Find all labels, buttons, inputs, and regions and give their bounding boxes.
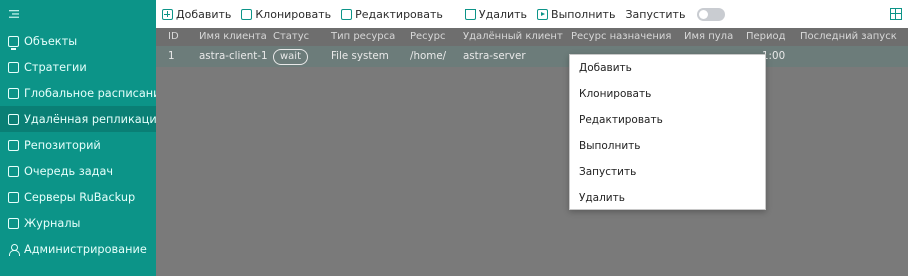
admin-icon [8, 243, 20, 256]
sidebar-item-task-queue[interactable]: Очередь задач [0, 158, 156, 184]
play-icon [537, 8, 549, 20]
sidebar-item-remote-replication[interactable]: Удалённая репликация [0, 106, 164, 132]
column-header-id[interactable]: ID [168, 28, 179, 46]
sidebar-item-global-schedule[interactable]: Глобальное расписание [0, 80, 167, 106]
column-header-status[interactable]: Статус [273, 28, 309, 46]
log-icon [8, 217, 19, 229]
edit-button[interactable]: Редактировать [341, 8, 443, 21]
grid-settings-icon[interactable] [890, 8, 902, 20]
sidebar-item-repository[interactable]: Репозиторий [0, 132, 156, 158]
delete-button[interactable]: Удалить [464, 8, 527, 21]
sidebar-item-label: Глобальное расписание [24, 86, 168, 100]
sidebar-item-objects[interactable]: Объекты [0, 28, 156, 54]
menu-item-execute[interactable]: Выполнить [570, 133, 765, 159]
repository-icon [8, 139, 19, 151]
table-header: ID Имя клиента Статус Тип ресурса Ресурс… [156, 28, 908, 46]
status-badge: wait [273, 49, 309, 65]
sidebar-item-strategies[interactable]: Стратегии [0, 54, 156, 80]
cell-client: astra-client-1 [199, 50, 268, 62]
column-header-resource[interactable]: Ресурс [410, 28, 445, 46]
sidebar-item-label: Стратегии [24, 60, 87, 74]
column-header-period[interactable]: Период [746, 28, 786, 46]
column-header-remote-client[interactable]: Удалённый клиент [463, 28, 563, 46]
document-icon [8, 87, 19, 99]
execute-button[interactable]: Выполнить [537, 8, 615, 21]
sidebar-item-label: Журналы [24, 216, 81, 230]
toolbar: Добавить Клонировать Редактировать Удали… [156, 0, 908, 28]
add-button[interactable]: Добавить [162, 8, 231, 21]
cell-remote-client: astra-server [463, 50, 526, 62]
sidebar-item-label: Очередь задач [24, 164, 114, 178]
sidebar-item-logs[interactable]: Журналы [0, 210, 156, 236]
column-header-resource-type[interactable]: Тип ресурса [331, 28, 395, 46]
start-toggle[interactable] [697, 7, 726, 21]
menu-item-add[interactable]: Добавить [570, 55, 765, 81]
copy-icon [241, 8, 253, 20]
menu-item-edit[interactable]: Редактировать [570, 107, 765, 133]
column-header-pool-name[interactable]: Имя пула [684, 28, 733, 46]
table-row[interactable]: 1 astra-client-1 wait File system /home/… [156, 46, 908, 67]
menu-icon [9, 10, 19, 18]
cell-resource: /home/ [410, 50, 447, 62]
trash-icon [464, 8, 476, 20]
sidebar-item-servers[interactable]: Серверы RuBackup [0, 184, 156, 210]
sidebar: Объекты Стратегии Глобальное расписание … [0, 0, 167, 276]
menu-toggle[interactable] [0, 0, 156, 28]
plus-icon [162, 8, 173, 20]
sidebar-item-label: Объекты [24, 34, 78, 48]
table-area: ID Имя клиента Статус Тип ресурса Ресурс… [156, 28, 908, 276]
context-menu: Добавить Клонировать Редактировать Выпол… [569, 54, 766, 210]
menu-item-delete[interactable]: Удалить [570, 185, 765, 211]
menu-item-clone[interactable]: Клонировать [570, 81, 765, 107]
edit-icon [341, 8, 353, 20]
cell-id: 1 [168, 50, 175, 62]
sidebar-item-label: Удалённая репликация [24, 112, 164, 126]
cell-resource-type: File system [331, 50, 389, 62]
start-label: Запустить [625, 7, 686, 21]
server-icon [8, 191, 19, 203]
sidebar-item-label: Серверы RuBackup [24, 190, 136, 204]
column-header-target-resource[interactable]: Ресурс назначения [571, 28, 671, 46]
column-header-last-run[interactable]: Последний запуск [800, 28, 897, 46]
queue-icon [8, 165, 19, 177]
replication-icon [8, 113, 19, 125]
column-header-client[interactable]: Имя клиента [199, 28, 267, 46]
sidebar-item-label: Администрирование [24, 242, 147, 256]
document-icon [8, 61, 19, 73]
monitor-icon [8, 35, 19, 50]
sidebar-item-administration[interactable]: Администрирование [0, 236, 156, 262]
menu-item-start[interactable]: Запустить [570, 159, 765, 185]
clone-button[interactable]: Клонировать [241, 8, 331, 21]
sidebar-item-label: Репозиторий [24, 138, 101, 152]
